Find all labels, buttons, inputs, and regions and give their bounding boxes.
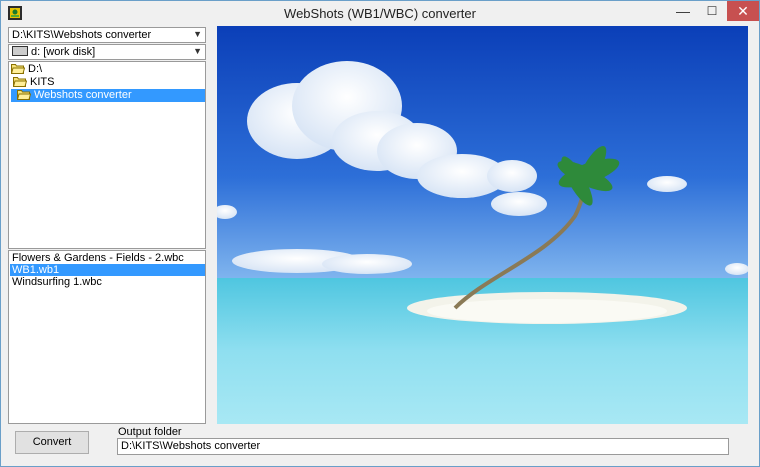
title-bar[interactable]: WebShots (WB1/WBC) converter — ☐ ✕ — [1, 1, 759, 25]
close-button[interactable]: ✕ — [727, 1, 759, 21]
path-combo-value: D:\KITS\Webshots converter — [12, 29, 152, 41]
tree-item-root[interactable]: D:\ — [11, 63, 42, 76]
tree-item-label: Webshots converter — [34, 89, 132, 101]
tree-item-label: KITS — [30, 76, 55, 88]
drive-combo[interactable]: d: [work disk] ▼ — [8, 44, 206, 60]
drive-combo-value: d: [work disk] — [31, 46, 96, 58]
file-list-item[interactable]: Windsurfing 1.wbc — [10, 276, 205, 288]
open-folder-icon — [11, 63, 25, 74]
tree-item-label: D:\ — [28, 63, 43, 75]
maximize-button[interactable]: ☐ — [698, 1, 726, 21]
tropical-island-image — [217, 26, 748, 424]
chevron-down-icon[interactable]: ▼ — [193, 29, 202, 39]
open-folder-icon — [17, 89, 31, 100]
file-list[interactable]: Flowers & Gardens - Fields - 2.wbc WB1.w… — [8, 250, 206, 424]
minimize-button[interactable]: — — [669, 1, 697, 21]
window-title: WebShots (WB1/WBC) converter — [284, 6, 476, 21]
open-folder-icon — [13, 76, 27, 87]
tree-item-webshots-converter[interactable]: Webshots converter — [11, 89, 205, 102]
drive-combo-value-wrap: d: [work disk] — [12, 46, 95, 58]
chevron-down-icon[interactable]: ▼ — [193, 46, 202, 56]
file-list-item[interactable]: WB1.wb1 — [10, 264, 205, 276]
file-list-item[interactable]: Flowers & Gardens - Fields - 2.wbc — [10, 252, 205, 264]
output-folder-label: Output folder — [118, 426, 182, 438]
folder-tree[interactable]: D:\ KITS Webshots converter — [8, 61, 206, 249]
main-window: WebShots (WB1/WBC) converter — ☐ ✕ D:\KI… — [0, 0, 760, 467]
drive-icon — [12, 46, 28, 57]
tree-item-kits[interactable]: KITS — [13, 76, 54, 89]
path-combo[interactable]: D:\KITS\Webshots converter ▼ — [8, 27, 206, 43]
image-preview — [217, 26, 748, 424]
convert-button[interactable]: Convert — [15, 431, 89, 454]
output-folder-input[interactable]: D:\KITS\Webshots converter — [117, 438, 729, 455]
